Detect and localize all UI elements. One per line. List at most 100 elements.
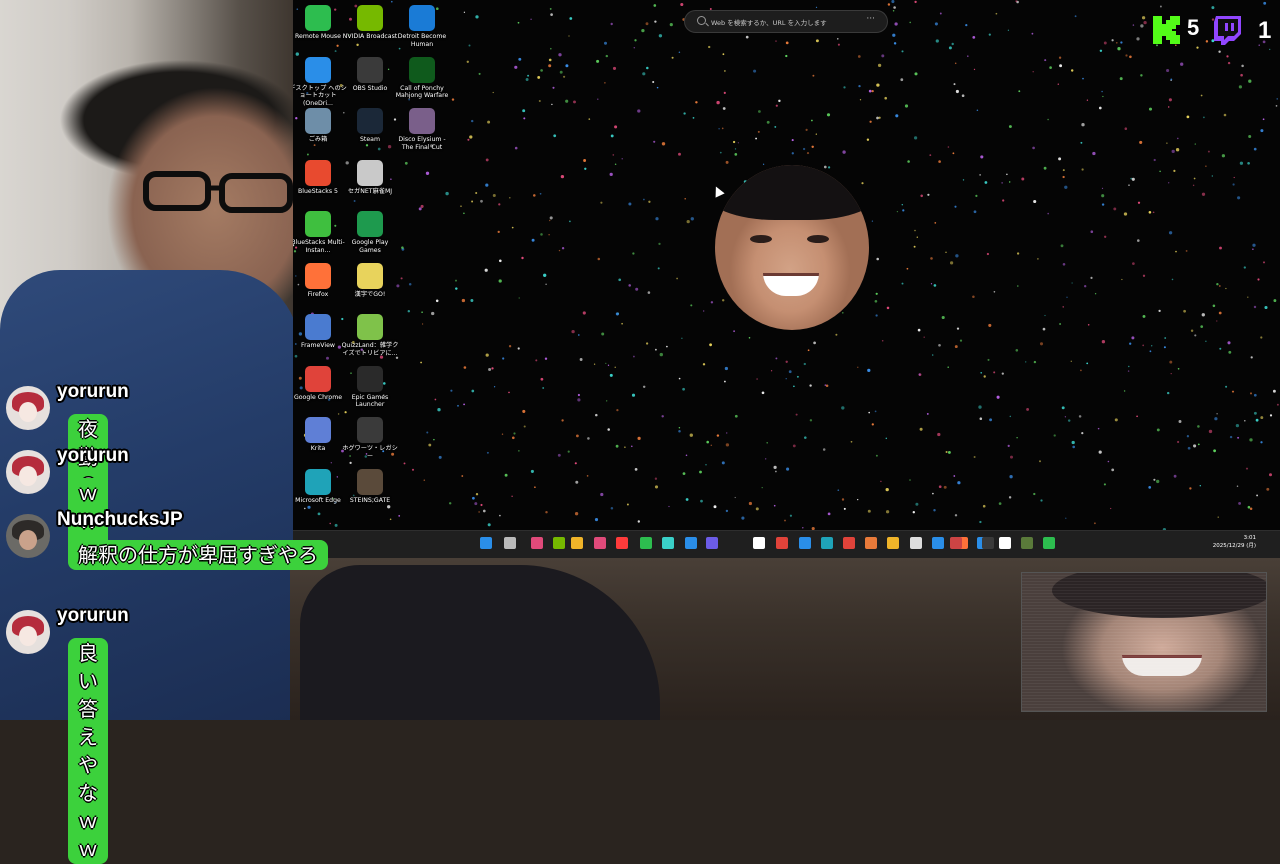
taskbar-app-icon[interactable] — [887, 537, 899, 549]
mahjong-icon — [409, 56, 435, 83]
taskbar-app-icon[interactable] — [504, 537, 516, 549]
remote-mouse-icon — [305, 5, 331, 31]
chat-username: NunchucksJP — [57, 509, 183, 530]
chat-username: yorurun — [57, 445, 129, 466]
kick-icon — [1153, 16, 1180, 44]
desktop-icon[interactable]: Call of Ponchy Mahjong Warfare — [392, 54, 452, 106]
disco-elysium-icon — [409, 108, 435, 134]
desktop-icon[interactable]: Disco Elysium - The Final Cut — [392, 105, 452, 157]
user-avatar — [6, 610, 50, 654]
desktop-icon[interactable]: QuizzLand：雑学クイズでトリビアに... — [340, 311, 400, 363]
desktop-icon-label: Call of Ponchy Mahjong Warfare — [395, 84, 449, 100]
desktop-icon[interactable]: ホグワーツ・レガシー — [340, 414, 400, 466]
taskbar-app-icon[interactable] — [480, 537, 492, 549]
twitch-viewer-count: 1 — [1258, 17, 1272, 44]
chrome-icon — [305, 365, 331, 392]
circular-face-cam — [715, 165, 869, 330]
kick-viewer-count: 5 — [1187, 15, 1200, 40]
frameview-icon — [305, 314, 331, 340]
taskbar-app-icon[interactable] — [1043, 537, 1055, 549]
twitch-icon — [1214, 16, 1241, 45]
taskbar-app-icon[interactable] — [662, 537, 674, 549]
taskbar-app-icon[interactable] — [932, 537, 944, 549]
taskbar-app-icon[interactable] — [616, 537, 628, 549]
search-icon — [697, 16, 706, 25]
desktop-icon[interactable]: Epic Games Launcher — [340, 363, 400, 415]
desktop-icon-label: OBS Studio — [352, 84, 388, 92]
sega-mj-icon — [357, 159, 383, 186]
desktop-icon-label: Google Play Games — [351, 239, 389, 254]
chat-username: yorurun — [57, 381, 129, 402]
taskbar-app-icon[interactable] — [753, 537, 765, 549]
bluestacks-multi-icon — [305, 211, 331, 237]
streamer-jacket — [0, 270, 300, 720]
taskbar-clock[interactable]: 3:01 2025/12/29 (月) — [1208, 534, 1256, 550]
taskbar-app-icon[interactable] — [685, 537, 697, 549]
taskbar-app-icon[interactable] — [776, 537, 788, 549]
chat-username: yorurun — [57, 605, 129, 626]
krita-icon — [305, 417, 331, 443]
desktop-icon[interactable]: OBS Studio — [340, 54, 400, 106]
desktop-icon-label: Disco Elysium - The Final Cut — [398, 136, 446, 151]
browser-search-bar[interactable]: Web を検索するか、URL を入力します ··· — [684, 10, 888, 33]
taskbar-app-icon[interactable] — [594, 537, 606, 549]
user-avatar — [6, 514, 50, 558]
google-play-games-icon — [357, 211, 383, 237]
user-avatar — [6, 450, 50, 494]
desktop-icon[interactable]: 漢字でGO! — [340, 260, 400, 312]
hogwarts-legacy-icon — [357, 417, 383, 443]
chat-bubble: 解釈の仕方が卑屈すぎやろ — [68, 540, 328, 570]
clock-date: 2025/12/29 (月) — [1212, 543, 1256, 549]
desktop-icon[interactable]: NVIDIA Broadcast — [340, 2, 400, 54]
taskbar-app-icon[interactable] — [843, 537, 855, 549]
quizzland-icon — [357, 314, 383, 340]
kanji-go-icon — [357, 262, 383, 289]
taskbar-app-icon[interactable] — [865, 537, 877, 549]
steam-icon — [357, 108, 383, 134]
desktop-icon-label: Detroit Become Human — [397, 33, 447, 48]
taskbar-app-icon[interactable] — [1021, 537, 1033, 549]
taskbar-app-icon[interactable] — [706, 537, 718, 549]
desktop-capture: Remote Mouse NVIDIA Broadcast Detroit Beco… — [293, 0, 1280, 530]
onedrive-icon — [305, 56, 331, 83]
recycle-bin-icon — [305, 108, 331, 134]
pip-camera — [1021, 572, 1267, 712]
more-icon[interactable]: ··· — [866, 14, 875, 24]
taskbar-app-icon[interactable] — [553, 537, 565, 549]
taskbar-app-icon[interactable] — [640, 537, 652, 549]
windows-taskbar: 3:01 2025/12/29 (月) — [293, 530, 1280, 558]
bluestacks-icon — [305, 159, 331, 186]
clock-time: 3:01 — [1243, 535, 1256, 541]
taskbar-app-icon[interactable] — [950, 537, 962, 549]
steins-gate-icon — [357, 468, 383, 495]
desktop-icon-label: セガNET麻雀MJ — [347, 187, 393, 195]
obs-icon — [357, 56, 383, 83]
desktop-icon-label: NVIDIA Broadcast — [342, 33, 398, 40]
desktop-icon[interactable]: Google Play Games — [340, 208, 400, 260]
epic-games-icon — [357, 365, 383, 392]
taskbar-app-icon[interactable] — [799, 537, 811, 549]
taskbar-app-icon[interactable] — [910, 537, 922, 549]
chat-bubble: 良い答えやなｗｗ — [68, 638, 108, 864]
desktop-icon[interactable]: Steam — [340, 105, 400, 157]
taskbar-app-icon[interactable] — [571, 537, 583, 549]
desktop-icon-label: QuizzLand：雑学クイズでトリビアに... — [341, 342, 399, 357]
detroit-icon — [409, 5, 435, 31]
nvidia-icon — [357, 5, 383, 31]
taskbar-app-icon[interactable] — [982, 537, 994, 549]
taskbar-app-icon[interactable] — [999, 537, 1011, 549]
firefox-icon — [305, 262, 331, 289]
streamer-glasses — [143, 171, 293, 213]
desktop-icon[interactable]: Detroit Become Human — [392, 2, 452, 54]
taskbar-app-icon[interactable] — [531, 537, 543, 549]
desktop-icon-label: STEINS;GATE — [349, 496, 391, 504]
edge-icon — [305, 468, 331, 495]
user-avatar — [6, 386, 50, 430]
desktop-icon-label: Epic Games Launcher — [351, 393, 389, 409]
desktop-icon-label: 漢字でGO! — [354, 290, 386, 298]
search-placeholder: Web を検索するか、URL を入力します — [711, 19, 827, 27]
desktop-icon[interactable]: セガNET麻雀MJ — [340, 157, 400, 209]
taskbar-app-icon[interactable] — [821, 537, 833, 549]
desktop-icon-label: ホグワーツ・レガシー — [342, 445, 398, 460]
desktop-icon[interactable]: STEINS;GATE — [340, 466, 400, 518]
